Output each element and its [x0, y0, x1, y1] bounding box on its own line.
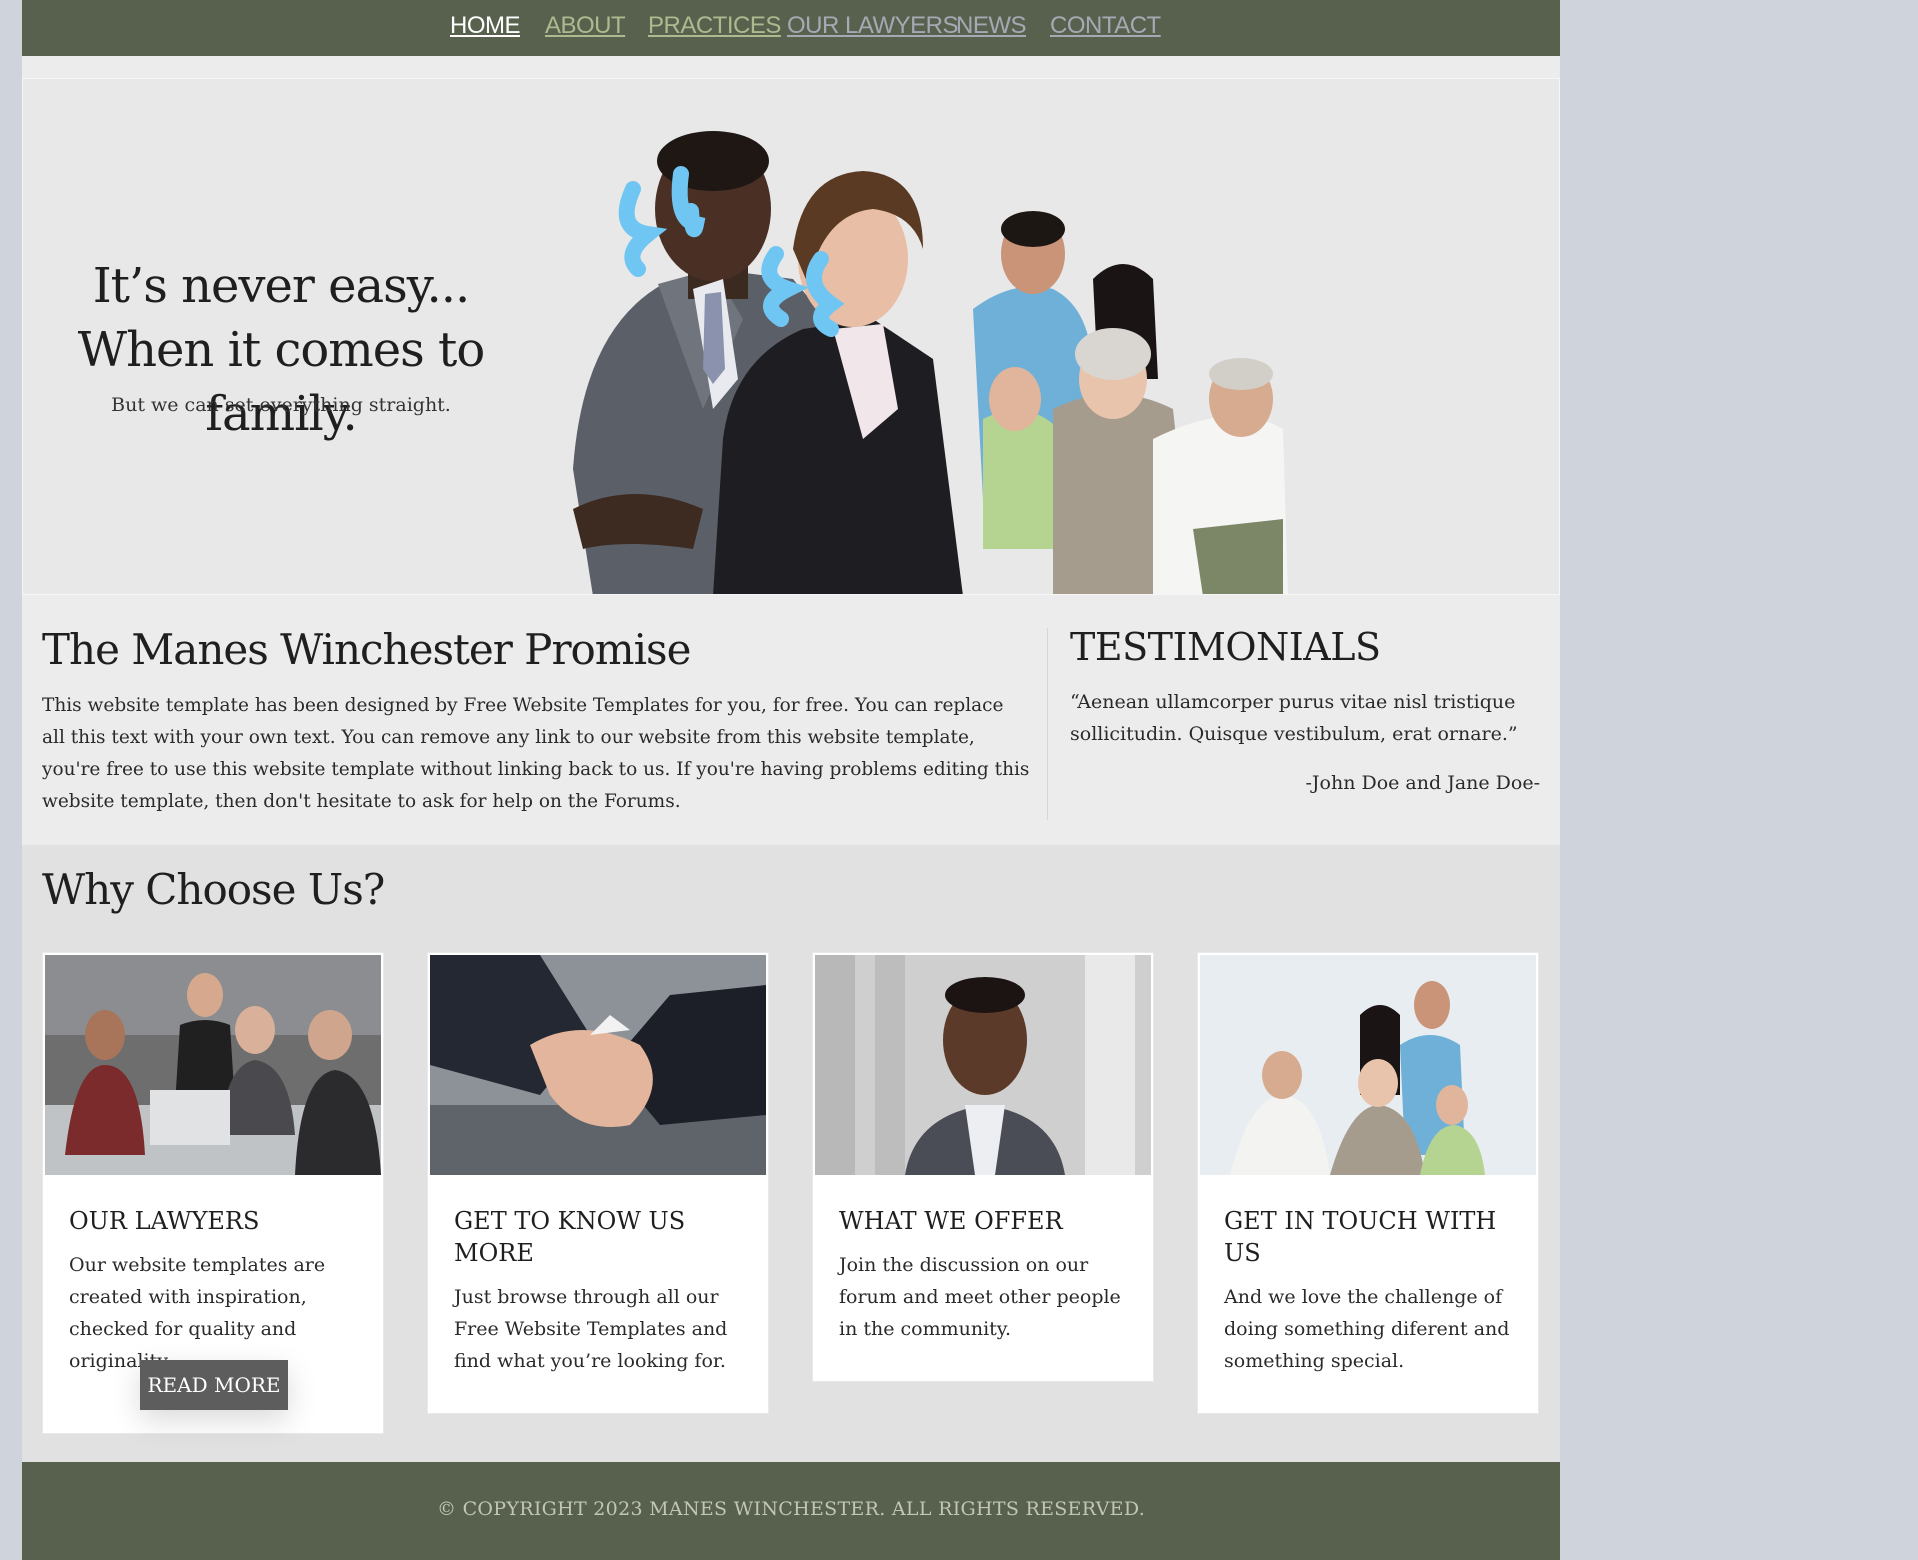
card-text: Join the discussion on our forum and mee… — [839, 1254, 1121, 1340]
card-image-handshake — [430, 955, 766, 1175]
card-image-meeting — [45, 955, 381, 1175]
card-title: GET IN TOUCH WITH US — [1224, 1207, 1497, 1267]
hero-image — [573, 131, 1288, 594]
why-choose-title: Why Choose Us? — [42, 865, 385, 914]
top-nav: HOME ABOUT PRACTICES OUR LAWYERS NEWS CO… — [22, 0, 1560, 56]
card-text: And we love the challenge of doing somet… — [1224, 1286, 1510, 1372]
card-our-lawyers: OUR LAWYERS Our website templates are cr… — [42, 952, 384, 1434]
nav-contact[interactable]: CONTACT — [1050, 12, 1161, 40]
card-image-businessman — [815, 955, 1151, 1175]
testimonials-title: TESTIMONIALS — [1070, 625, 1381, 669]
section-divider — [1047, 628, 1048, 820]
testimonial-author: -John Doe and Jane Doe- — [1305, 772, 1540, 794]
card-text: Just browse through all our Free Website… — [454, 1286, 728, 1372]
footer: © COPYRIGHT 2023 MANES WINCHESTER. ALL R… — [22, 1462, 1560, 1560]
card-text: Our website templates are created with i… — [69, 1254, 326, 1372]
hero-title: It’s never easy... When it comes to fami… — [77, 258, 486, 442]
nav-practices[interactable]: PRACTICES — [648, 12, 781, 40]
card-image-family — [1200, 955, 1536, 1175]
nav-our-lawyers[interactable]: OUR LAWYERS — [787, 12, 958, 40]
hero-banner: It’s never easy... When it comes to fami… — [22, 78, 1560, 595]
card-get-in-touch: GET IN TOUCH WITH US And we love the cha… — [1197, 952, 1539, 1414]
testimonial-quote: “Aenean ullamcorper purus vitae nisl tri… — [1070, 691, 1518, 745]
footer-copyright: © COPYRIGHT 2023 MANES WINCHESTER. ALL R… — [436, 1498, 1146, 1520]
card-get-to-know-us: GET TO KNOW US MORE Just browse through … — [427, 952, 769, 1414]
page: HOME ABOUT PRACTICES OUR LAWYERS NEWS CO… — [22, 0, 1560, 1560]
promise-title: The Manes Winchester Promise — [42, 625, 691, 674]
hero-subtitle: But we can set everything straight. — [111, 394, 451, 416]
nav-news[interactable]: NEWS — [956, 12, 1027, 40]
card-what-we-offer: WHAT WE OFFER Join the discussion on our… — [812, 952, 1154, 1382]
card-title: GET TO KNOW US MORE — [454, 1207, 686, 1267]
card-title: WHAT WE OFFER — [839, 1207, 1063, 1235]
nav-about[interactable]: ABOUT — [545, 12, 626, 40]
hero-family-group — [973, 211, 1288, 594]
nav-home[interactable]: HOME — [450, 12, 521, 40]
promise-text: This website template has been designed … — [42, 695, 1030, 812]
read-more-button[interactable]: READ MORE — [140, 1360, 288, 1410]
why-choose-section: Why Choose Us? OUR LAWYERS Our website t… — [22, 845, 1560, 1462]
card-title: OUR LAWYERS — [69, 1207, 260, 1235]
